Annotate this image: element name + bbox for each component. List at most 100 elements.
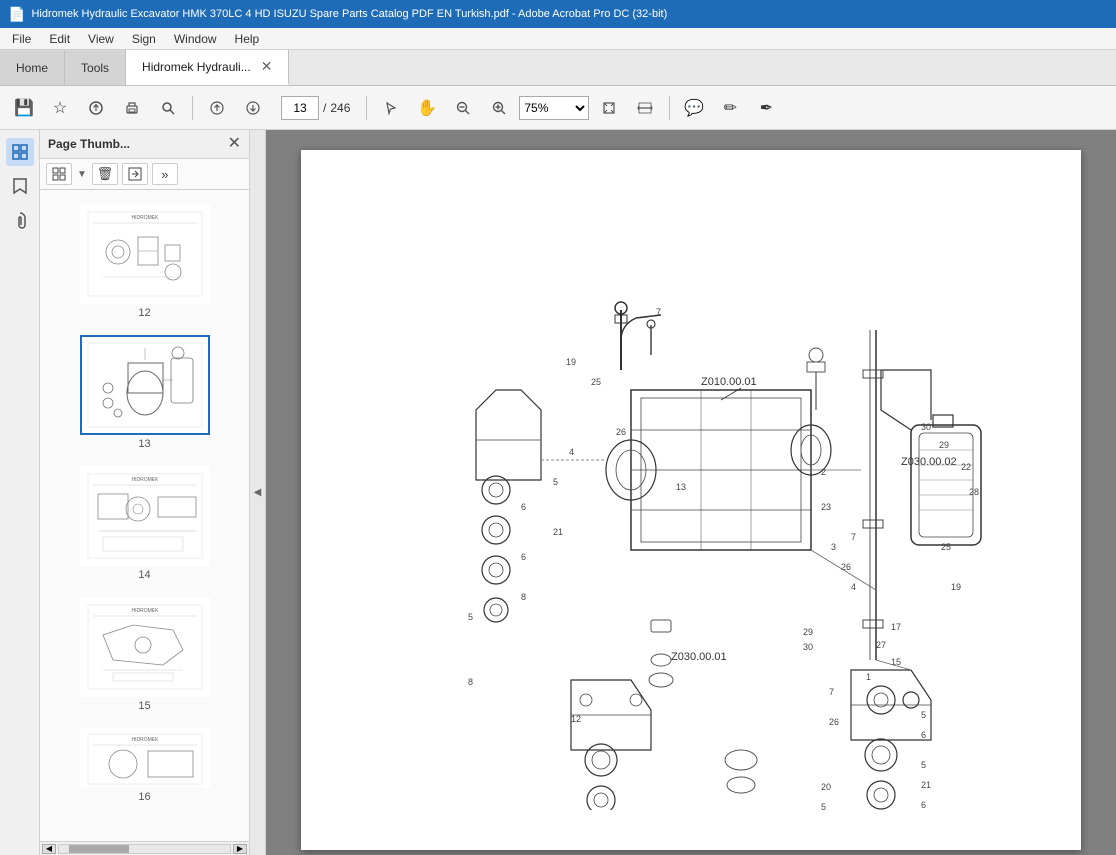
scroll-right-arrow[interactable]: ▶ — [233, 844, 247, 854]
svg-text:20: 20 — [821, 782, 831, 792]
tab-tools[interactable]: Tools — [65, 50, 126, 85]
svg-text:7: 7 — [829, 687, 834, 697]
svg-text:25: 25 — [591, 377, 601, 387]
thumb-more-button[interactable]: » — [152, 163, 178, 185]
magnify-button[interactable] — [152, 92, 184, 124]
edit-button[interactable]: ✏ — [714, 92, 746, 124]
upload-button[interactable] — [80, 92, 112, 124]
svg-text:1: 1 — [866, 672, 871, 682]
thumbnail-panel-title: Page Thumb... — [48, 137, 222, 151]
thumbnail-16: HIDROMEK — [83, 729, 207, 787]
select-tool-button[interactable] — [375, 92, 407, 124]
svg-text:22: 22 — [961, 462, 971, 472]
tab-document[interactable]: Hidromek Hydrauli... ✕ — [126, 50, 289, 85]
page-number-12: 12 — [138, 307, 150, 319]
comment-button[interactable]: 💬 — [678, 92, 710, 124]
tab-bar: Home Tools Hidromek Hydrauli... ✕ — [0, 50, 1116, 86]
svg-text:5: 5 — [921, 760, 926, 770]
svg-text:30: 30 — [921, 422, 931, 432]
menu-help[interactable]: Help — [227, 30, 268, 48]
thumbnail-12-wrap: HIDROMEK — [80, 204, 210, 304]
pdf-content-area[interactable]: Z010.00.01 Z030.00.01 Z030.00.02 — [266, 130, 1116, 855]
thumbnail-16-wrap: HIDROMEK — [80, 728, 210, 788]
thumbnail-sidebar-icon[interactable] — [6, 138, 34, 166]
svg-text:25: 25 — [941, 542, 951, 552]
svg-text:HIDROMEK: HIDROMEK — [131, 215, 159, 221]
pdf-page: Z010.00.01 Z030.00.01 Z030.00.02 — [301, 150, 1081, 850]
scroll-track[interactable] — [58, 844, 231, 854]
thumbnail-tools: ▼ 🗑 » — [40, 159, 249, 190]
app-icon: 📄 — [8, 6, 25, 23]
svg-text:23: 23 — [821, 502, 831, 512]
menu-window[interactable]: Window — [166, 30, 225, 48]
right-arrow-icon: ▶ — [237, 844, 243, 853]
svg-text:26: 26 — [616, 427, 626, 437]
attachments-sidebar-icon[interactable] — [6, 206, 34, 234]
svg-text:6: 6 — [521, 552, 526, 562]
tab-home[interactable]: Home — [0, 50, 65, 85]
svg-text:19: 19 — [566, 357, 576, 367]
next-page-button[interactable] — [237, 92, 269, 124]
thumbnail-13 — [83, 338, 207, 432]
bookmark-button[interactable]: ☆ — [44, 92, 76, 124]
menu-sign[interactable]: Sign — [124, 30, 164, 48]
svg-text:HIDROMEK: HIDROMEK — [131, 737, 159, 743]
page-number-14: 14 — [138, 569, 150, 581]
thumbnail-scrollbar[interactable]: ◀ ▶ — [40, 841, 249, 855]
bottom-left-bracket — [571, 680, 651, 810]
svg-text:29: 29 — [939, 440, 949, 450]
print-button[interactable] — [116, 92, 148, 124]
menu-view[interactable]: View — [80, 30, 122, 48]
toolbar-separator-2 — [366, 96, 367, 120]
menu-bar: File Edit View Sign Window Help — [0, 28, 1116, 50]
svg-text:19: 19 — [951, 582, 961, 592]
thumbnail-list: HIDROMEK 12 — [40, 190, 249, 841]
scroll-thumb[interactable] — [69, 845, 129, 853]
svg-text:7: 7 — [851, 532, 856, 542]
svg-text:HIDROMEK: HIDROMEK — [131, 477, 159, 483]
main-area: Page Thumb... ✕ ▼ 🗑 » HIDROMEK — [0, 130, 1116, 855]
thumb-extract-button[interactable] — [122, 163, 148, 185]
zoom-out-button[interactable] — [447, 92, 479, 124]
svg-text:17: 17 — [891, 622, 901, 632]
menu-file[interactable]: File — [4, 30, 39, 48]
thumb-delete-button[interactable]: 🗑 — [92, 163, 118, 185]
zoom-select[interactable]: 75% 50% 100% 125% 150% — [519, 96, 589, 120]
scroll-left-arrow[interactable]: ◀ — [42, 844, 56, 854]
label-z030-01: Z030.00.01 — [671, 651, 727, 663]
svg-text:26: 26 — [841, 562, 851, 572]
page-number-input[interactable]: 13 — [281, 96, 319, 120]
layout-dropdown[interactable]: ▼ — [77, 169, 87, 180]
thumbnail-15-wrap: HIDROMEK — [80, 597, 210, 697]
sign-button[interactable]: ✒ — [750, 92, 782, 124]
svg-text:29: 29 — [803, 627, 813, 637]
thumbnail-panel-close[interactable]: ✕ — [228, 136, 241, 152]
thumbnail-15: HIDROMEK — [83, 600, 207, 694]
fit-width-button[interactable] — [629, 92, 661, 124]
list-item[interactable]: HIDROMEK 12 — [40, 198, 249, 325]
zoom-in-button[interactable] — [483, 92, 515, 124]
menu-edit[interactable]: Edit — [41, 30, 78, 48]
panel-collapse-handle[interactable]: ◀ — [250, 130, 266, 855]
thumbnail-14: HIDROMEK — [83, 469, 207, 563]
tab-document-label: Hidromek Hydrauli... — [142, 60, 251, 74]
tab-close-button[interactable]: ✕ — [261, 58, 273, 75]
bookmarks-sidebar-icon[interactable] — [6, 172, 34, 200]
prev-page-button[interactable] — [201, 92, 233, 124]
page-navigation: 13 / 246 — [281, 96, 350, 120]
label-z030-02: Z030.00.02 — [901, 456, 957, 468]
list-item[interactable]: HIDROMEK 16 — [40, 722, 249, 809]
svg-text:21: 21 — [921, 780, 931, 790]
list-item[interactable]: HIDROMEK 15 — [40, 591, 249, 718]
thumbnail-panel-header: Page Thumb... ✕ — [40, 130, 249, 159]
fit-page-button[interactable] — [593, 92, 625, 124]
thumbnail-14-wrap: HIDROMEK — [80, 466, 210, 566]
hand-tool-button[interactable]: ✋ — [411, 92, 443, 124]
list-item[interactable]: HIDROMEK 14 — [40, 460, 249, 587]
list-item[interactable]: 13 — [40, 329, 249, 456]
right-bracket — [851, 670, 931, 810]
svg-text:4: 4 — [851, 582, 856, 592]
thumb-layout-button[interactable] — [46, 163, 72, 185]
thumbnail-12: HIDROMEK — [83, 207, 207, 301]
save-button[interactable]: 💾 — [8, 92, 40, 124]
